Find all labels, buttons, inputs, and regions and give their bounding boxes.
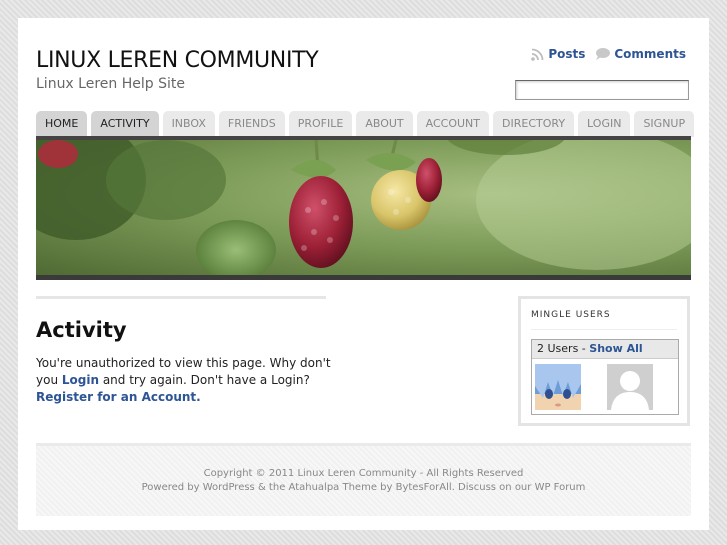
page-title: Activity	[36, 318, 127, 342]
register-link[interactable]: Register for an Account.	[36, 390, 201, 404]
forum-link[interactable]: WP Forum	[535, 482, 586, 493]
footer-text: by	[376, 482, 396, 493]
tab-profile[interactable]: PROFILE	[288, 111, 353, 137]
user-count: 2 Users -	[537, 342, 590, 355]
site-footer: Copyright © 2011 Linux Leren Community -…	[36, 443, 691, 516]
comments-link-label: Comments	[614, 47, 686, 61]
tab-signup[interactable]: SIGNUP	[634, 111, 695, 137]
content-divider	[36, 296, 326, 299]
widget-divider	[531, 329, 677, 330]
footer-text: & the	[254, 482, 289, 493]
users-header: 2 Users - Show All	[532, 340, 678, 359]
posts-feed-link[interactable]: Posts	[531, 47, 585, 61]
mingle-users-widget: MINGLE USERS 2 Users - Show All	[518, 296, 690, 426]
footer-powered-by: Powered by WordPress & the Atahualpa The…	[36, 481, 691, 495]
tab-about[interactable]: ABOUT	[356, 111, 413, 137]
theme-link[interactable]: Atahualpa Theme	[289, 482, 377, 493]
tab-friends[interactable]: FRIENDS	[218, 111, 285, 137]
posts-link-label: Posts	[548, 47, 586, 61]
tab-login[interactable]: LOGIN	[578, 111, 631, 137]
site-title[interactable]: LINUX LEREN COMMUNITY	[36, 48, 319, 73]
search-input[interactable]	[515, 80, 689, 100]
unauthorized-message: You're unauthorized to view this page. W…	[36, 355, 336, 406]
page-container: LINUX LEREN COMMUNITY Linux Leren Help S…	[18, 18, 709, 530]
message-text-2: and try again. Don't have a Login?	[99, 373, 310, 387]
header-bottom-bar	[36, 275, 691, 280]
widget-title: MINGLE USERS	[531, 310, 611, 320]
wordpress-link[interactable]: WordPress	[203, 482, 255, 493]
show-all-link[interactable]: Show All	[589, 342, 642, 355]
tab-activity[interactable]: ACTIVITY	[91, 111, 159, 137]
tab-directory[interactable]: DIRECTORY	[493, 111, 575, 137]
comment-bubble-icon	[595, 48, 611, 60]
author-link[interactable]: BytesForAll	[396, 482, 452, 493]
avatar[interactable]	[607, 364, 653, 410]
main-navigation: HOME ACTIVITY INBOX FRIENDS PROFILE ABOU…	[36, 111, 695, 137]
footer-text: Powered by	[141, 482, 203, 493]
site-tagline: Linux Leren Help Site	[36, 76, 185, 92]
comments-feed-link[interactable]: Comments	[595, 47, 686, 61]
tab-home[interactable]: HOME	[36, 111, 88, 137]
tab-inbox[interactable]: INBOX	[162, 111, 215, 137]
login-link[interactable]: Login	[62, 373, 99, 387]
tab-account[interactable]: ACCOUNT	[416, 111, 490, 137]
avatar[interactable]	[535, 364, 581, 410]
users-box: 2 Users - Show All	[531, 339, 679, 415]
footer-copyright: Copyright © 2011 Linux Leren Community -…	[203, 468, 524, 479]
feed-links: Posts Comments	[531, 47, 686, 61]
footer-text: . Discuss on our	[451, 482, 535, 493]
header-image-raspberries	[36, 140, 691, 275]
rss-icon	[531, 48, 544, 61]
